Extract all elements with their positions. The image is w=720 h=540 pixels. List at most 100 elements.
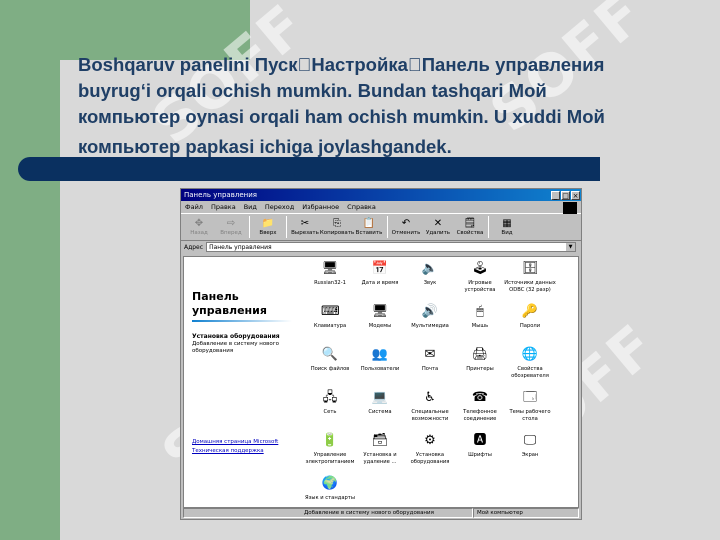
toolbar-button[interactable]: ✂ Вырезать xyxy=(289,218,321,236)
address-input[interactable]: Панель управления ▼ xyxy=(206,242,577,252)
slide-line: buyrug‘i orqali ochish mumkin. Bundan ta… xyxy=(78,80,547,101)
toolbar-label: Вид xyxy=(501,230,513,236)
control-panel-item-icon: 🔍 xyxy=(321,347,339,362)
toolbar-label: Вперед xyxy=(220,230,242,236)
control-panel-item-label: Звук xyxy=(423,280,437,286)
decorative-bar xyxy=(18,157,600,181)
control-panel-item-icon: 👥 xyxy=(371,347,389,362)
toolbar-button[interactable]: ↶ Отменить xyxy=(390,218,422,236)
control-panel-item[interactable]: 🕹 Игровые устройства xyxy=(454,260,506,293)
control-panel-item[interactable]: 🖧 Сеть xyxy=(304,389,356,416)
control-panel-item[interactable]: 🌐 Свойства обозревателя xyxy=(504,346,556,379)
control-panel-item-label: Источники данных ODBC (32 разр) xyxy=(504,280,556,293)
toolbar-separator xyxy=(286,216,287,238)
toolbar-button[interactable]: 🗒 Свойства xyxy=(454,218,486,236)
control-panel-item[interactable]: 🔑 Пароли xyxy=(504,303,556,330)
toolbar-button[interactable]: ✥ Назад xyxy=(183,218,215,236)
control-panel-item-label: Почта xyxy=(421,366,439,372)
icon-grid: 🖥 Russian32-1 📅 Дата и время 🔈 Звук 🕹 Игровые у… xyxy=(304,259,579,504)
control-panel-item-label: Свойства обозревателя xyxy=(511,366,549,379)
toolbar-icon: ↶ xyxy=(401,218,411,229)
toolbar-button[interactable]: ⇨ Вперед xyxy=(215,218,247,236)
address-bar: Адрес Панель управления ▼ xyxy=(181,241,581,253)
status-bar: Добавление в систему нового оборудования… xyxy=(183,508,579,518)
toolbar: ✥ Назад ⇨ Вперед 📁 Вверх ✂ Вырезать ⎘ Копировать 📋… xyxy=(181,213,581,241)
control-panel-item[interactable]: ♿ Специальные возможности xyxy=(404,389,456,422)
control-panel-item-icon: 🔊 xyxy=(421,304,439,319)
menu-go[interactable]: Переход xyxy=(265,203,294,211)
control-panel-item[interactable]: 🖵 Экран xyxy=(504,432,556,459)
control-panel-item[interactable]: 🗔 Темы рабочего стола xyxy=(504,389,556,422)
side-panel: Панель управления Установка оборудования… xyxy=(184,257,299,507)
tech-support-link[interactable]: Техническая поддержка xyxy=(192,448,264,454)
toolbar-label: Вырезать xyxy=(291,230,319,236)
control-panel-item[interactable]: 💻 Система xyxy=(354,389,406,416)
control-panel-item-icon: ☎ xyxy=(471,390,489,405)
control-panel-item[interactable]: 🔊 Мультимедиа xyxy=(404,303,456,330)
control-panel-item-label: Пароли xyxy=(519,323,541,329)
control-panel-item-icon: 🔑 xyxy=(521,304,539,319)
toolbar-button[interactable]: 📋 Вставить xyxy=(353,218,385,236)
control-panel-item-icon: 🔈 xyxy=(421,261,439,276)
control-panel-item-label: Язык и стандарты xyxy=(305,495,355,501)
side-panel-title: Панель управления xyxy=(192,290,267,317)
minimize-button[interactable]: _ xyxy=(551,190,560,200)
toolbar-button[interactable]: ✕ Удалить xyxy=(422,218,454,236)
control-panel-item[interactable]: 🔋 Управление электропитанием xyxy=(304,432,356,465)
chevron-down-icon[interactable]: ▼ xyxy=(566,243,576,251)
control-panel-item-label: Телефонное соединение xyxy=(463,409,497,422)
toolbar-button[interactable]: ▦ Вид xyxy=(491,218,523,236)
control-panel-item[interactable]: ✉ Почта xyxy=(404,346,456,373)
control-panel-item[interactable]: 🖥 Модемы xyxy=(354,303,406,330)
control-panel-item-label: Экран xyxy=(521,452,539,458)
control-panel-item[interactable]: ☎ Телефонное соединение xyxy=(454,389,506,422)
control-panel-item[interactable]: 🔍 Поиск файлов xyxy=(304,346,356,373)
control-panel-item-label: Специальные возможности xyxy=(411,409,449,422)
title-bar[interactable]: Панель управления _ □ × xyxy=(181,189,581,201)
control-panel-item-label: Модемы xyxy=(368,323,392,329)
maximize-button[interactable]: □ xyxy=(561,190,570,200)
control-panel-item-label: Установка и удаление ... xyxy=(363,452,397,465)
side-panel-divider xyxy=(192,320,292,322)
control-panel-item[interactable]: ⌨ Клавиатура xyxy=(304,303,356,330)
control-panel-item[interactable]: 🅰 Шрифты xyxy=(454,432,506,459)
close-button[interactable]: × xyxy=(571,190,580,200)
menu-bar: Файл Правка Вид Переход Избранное Справк… xyxy=(181,201,581,214)
menu-help[interactable]: Справка xyxy=(347,203,376,211)
control-panel-item[interactable]: 👥 Пользователи xyxy=(354,346,406,373)
control-panel-item[interactable]: 🖱 Мышь xyxy=(454,303,506,330)
status-left: Добавление в систему нового оборудования xyxy=(183,508,473,518)
control-panel-item[interactable]: ⚙ Установка оборудования xyxy=(404,432,456,465)
menu-view[interactable]: Вид xyxy=(244,203,257,211)
control-panel-item-icon: 🗃 xyxy=(371,433,389,448)
toolbar-button[interactable]: ⎘ Копировать xyxy=(320,218,354,236)
control-panel-item-icon: 🖥 xyxy=(321,261,339,276)
control-panel-item[interactable]: 🗃 Установка и удаление ... xyxy=(354,432,406,465)
microsoft-homepage-link[interactable]: Домашняя страница Microsoft xyxy=(192,439,278,445)
side-panel-description: Добавление в систему нового оборудования xyxy=(192,341,280,354)
control-panel-item[interactable]: 📅 Дата и время xyxy=(354,260,406,287)
control-panel-item-icon: 🖱 xyxy=(476,304,484,319)
left-green-band xyxy=(0,0,60,540)
control-panel-item-label: Сеть xyxy=(323,409,337,415)
menu-favorites[interactable]: Избранное xyxy=(302,203,339,211)
control-panel-item[interactable]: 🔈 Звук xyxy=(404,260,456,287)
toolbar-icon: ✂ xyxy=(300,218,310,229)
control-panel-item[interactable]: 🖥 Russian32-1 xyxy=(304,260,356,287)
toolbar-icon: ⎘ xyxy=(333,218,341,229)
control-panel-item-icon: 🔋 xyxy=(321,433,339,448)
control-panel-item[interactable]: 🌍 Язык и стандарты xyxy=(304,475,356,502)
toolbar-separator xyxy=(387,216,388,238)
status-right: Мой компьютер xyxy=(473,508,579,518)
control-panel-item-icon: ⌨ xyxy=(321,304,340,319)
control-panel-item-icon: 💻 xyxy=(371,390,389,405)
control-panel-item[interactable]: 🗄 Источники данных ODBC (32 разр) xyxy=(504,260,556,293)
control-panel-item-label: Система xyxy=(368,409,392,415)
side-panel-heading: Установка оборудования xyxy=(192,333,280,340)
menu-file[interactable]: Файл xyxy=(185,203,203,211)
toolbar-button[interactable]: 📁 Вверх xyxy=(252,218,284,236)
toolbar-label: Вверх xyxy=(259,230,277,236)
control-panel-item[interactable]: 🖨 Принтеры xyxy=(454,346,506,373)
toolbar-icon: 📁 xyxy=(261,218,275,229)
menu-edit[interactable]: Правка xyxy=(211,203,236,211)
